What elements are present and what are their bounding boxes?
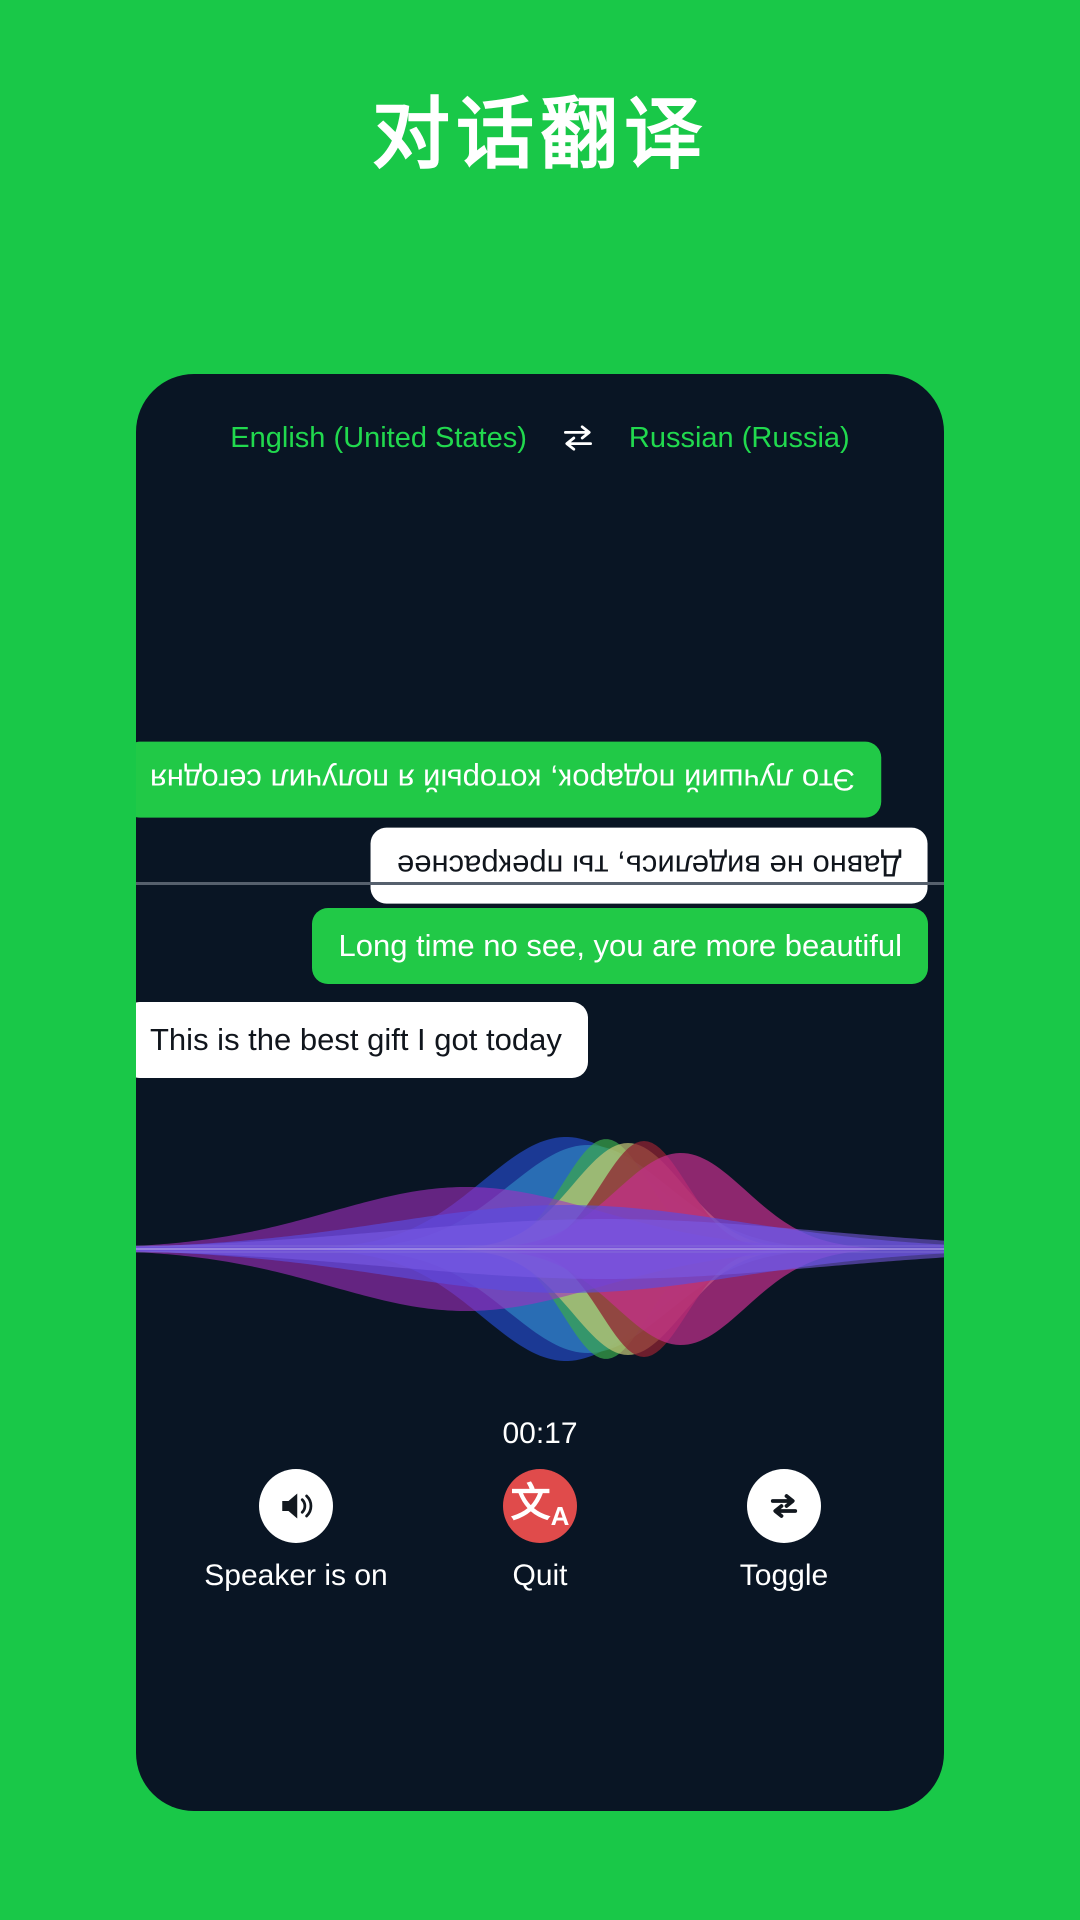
swap-horizontal-icon[interactable] (561, 423, 595, 453)
phone-panel: English (United States) Russian (Russia)… (136, 374, 944, 1811)
partner-conversation-area: Это лучший подарок, который я получил се… (136, 474, 944, 904)
speaker-button-label: Speaker is on (204, 1559, 388, 1592)
page-title: 对话翻译 (371, 90, 708, 178)
toggle-button-label: Toggle (739, 1559, 829, 1592)
chat-bubble[interactable]: Long time no see, you are more beautiful (312, 908, 928, 984)
source-language-label[interactable]: English (United States) (230, 422, 527, 455)
audio-waveform (136, 1104, 944, 1394)
chat-bubble[interactable]: Это лучший подарок, который я получил се… (136, 742, 882, 818)
translate-icon: 文A (503, 1469, 577, 1543)
user-conversation-area: Long time no see, you are more beautiful… (136, 886, 944, 1096)
call-timer: 00:17 (502, 1417, 578, 1450)
speaker-on-icon (259, 1469, 333, 1543)
toggle-button[interactable]: Toggle (684, 1469, 884, 1593)
app-screen: 对话翻译 English (United States) Russian (Ru… (0, 0, 1080, 1920)
quit-button[interactable]: 文A Quit (440, 1469, 640, 1593)
speaker-button[interactable]: Speaker is on (196, 1469, 396, 1593)
control-bar: Speaker is on 文A Quit Toggle (136, 1469, 944, 1593)
translate-glyph: 文A (510, 1481, 570, 1531)
language-bar: English (United States) Russian (Russia) (136, 414, 944, 462)
target-language-label[interactable]: Russian (Russia) (629, 422, 850, 455)
quit-button-label: Quit (512, 1559, 568, 1592)
repeat-swap-icon (747, 1469, 821, 1543)
conversation-divider (136, 882, 944, 885)
chat-bubble[interactable]: This is the best gift I got today (136, 1002, 588, 1078)
